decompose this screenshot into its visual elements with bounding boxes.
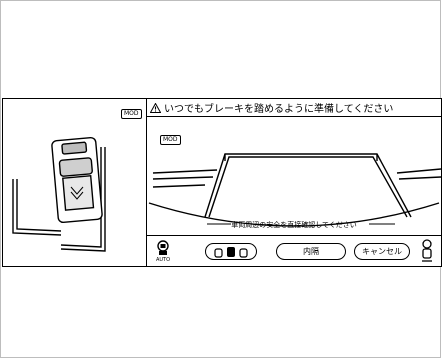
sensor-person-button[interactable] xyxy=(419,239,435,263)
inner-button[interactable]: 内隔 xyxy=(276,243,346,260)
vehicle-top-view xyxy=(51,136,103,224)
warning-bar: いつでもブレーキを踏めるように準備してください xyxy=(147,99,441,117)
camera-switch-icon xyxy=(157,240,169,255)
view-mode-icon xyxy=(214,246,248,258)
auto-label: AUTO xyxy=(155,257,171,263)
parking-assist-screen: MOD いつでもブレーキを踏めるように準備してください MOD 車両周辺の安全を… xyxy=(2,98,442,267)
auto-camera-button[interactable]: AUTO xyxy=(153,239,173,265)
birds-eye-graphic xyxy=(12,136,106,252)
warning-triangle-icon xyxy=(150,102,161,113)
warning-text: いつでもブレーキを踏めるように準備してください xyxy=(164,104,394,115)
guide-lines-graphic xyxy=(148,153,441,227)
safety-guide-text: 車両周辺の安全を直接確認してください xyxy=(231,221,357,229)
birds-eye-view: MOD xyxy=(3,99,147,266)
camera-view: MOD 車両周辺の安全を直接確認してください xyxy=(147,117,441,235)
rear-camera-pane: いつでもブレーキを踏めるように準備してください MOD 車両周辺の安全を直接確認… xyxy=(147,99,441,266)
parking-guide-lines xyxy=(152,153,441,218)
control-bar: AUTO 内隔 キャンセル xyxy=(147,235,441,266)
view-mode-button[interactable] xyxy=(205,243,257,260)
cancel-button[interactable]: キャンセル xyxy=(354,243,410,260)
sensor-person-icon xyxy=(422,239,432,262)
